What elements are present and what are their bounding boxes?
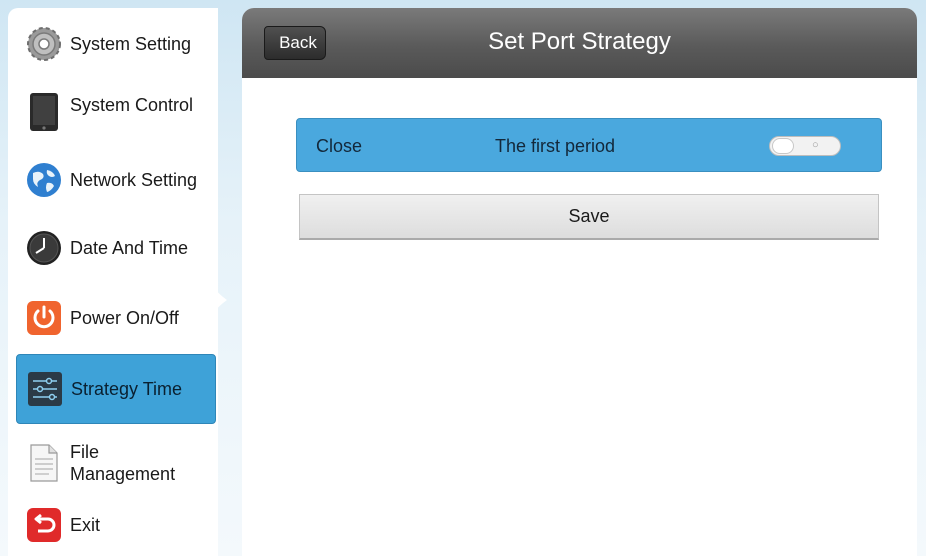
sidebar-item-label: Power On/Off xyxy=(70,308,179,328)
exit-icon xyxy=(24,505,64,545)
sidebar-item-date-and-time[interactable]: Date And Time xyxy=(16,216,216,280)
sidebar-item-label: Network Setting xyxy=(70,170,198,190)
tablet-icon xyxy=(24,92,64,132)
sidebar-item-file-management[interactable]: File Management xyxy=(16,428,216,498)
sidebar-item-label: Date And Time xyxy=(70,238,189,258)
sidebar-item-label: Strategy Time xyxy=(71,379,183,399)
document-icon xyxy=(24,443,64,483)
main-panel: Back Set Port Strategy Close The first p… xyxy=(242,8,917,556)
strategy-period: The first period xyxy=(495,136,616,156)
page-title: Set Port Strategy xyxy=(488,28,671,55)
sidebar-item-label: System Setting xyxy=(70,34,192,54)
sidebar: System Setting System Control Network Se… xyxy=(8,8,218,556)
sidebar-item-label: Exit xyxy=(70,515,101,535)
sidebar-item-label: File Management xyxy=(70,442,176,484)
sidebar-item-exit[interactable]: Exit xyxy=(16,498,216,552)
toggle-knob xyxy=(772,138,794,154)
sidebar-pointer xyxy=(205,270,227,330)
globe-icon xyxy=(24,160,64,200)
sidebar-item-strategy-time[interactable]: Strategy Time xyxy=(16,354,216,424)
strategy-status: Close xyxy=(316,136,363,156)
sidebar-item-network-setting[interactable]: Network Setting xyxy=(16,148,216,212)
sidebar-item-label: System Control xyxy=(70,95,194,115)
sidebar-item-system-setting[interactable]: System Setting xyxy=(16,12,216,76)
sliders-icon xyxy=(25,369,65,409)
toggle-off-symbol: ○ xyxy=(812,139,819,151)
save-button[interactable]: Save xyxy=(299,194,879,240)
strategy-row[interactable]: Close The first period ○ xyxy=(296,118,882,172)
period-toggle[interactable]: ○ xyxy=(769,136,841,156)
gear-icon xyxy=(24,24,64,64)
power-icon xyxy=(24,298,64,338)
title-bar: Back Set Port Strategy xyxy=(242,8,917,78)
sidebar-item-power-on-off[interactable]: Power On/Off xyxy=(16,286,216,350)
sidebar-item-system-control[interactable]: System Control xyxy=(16,80,216,144)
clock-icon xyxy=(24,228,64,268)
